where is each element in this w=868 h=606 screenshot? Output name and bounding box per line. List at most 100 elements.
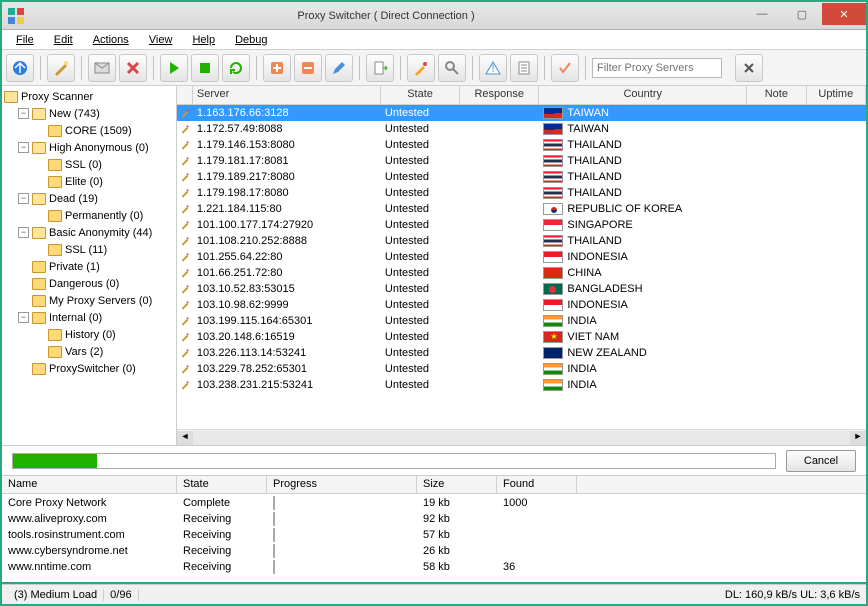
tree-item[interactable]: CORE (1509) — [2, 122, 176, 139]
tree-item[interactable]: −Internal (0) — [2, 309, 176, 326]
tree-item[interactable]: Private (1) — [2, 258, 176, 275]
task-progress — [273, 528, 275, 542]
expand-icon[interactable]: − — [18, 108, 29, 119]
col-server[interactable]: Server — [193, 86, 381, 104]
menu-debug[interactable]: Debug — [227, 33, 275, 47]
statusbar: (3) Medium Load 0/96 DL: 160,9 kB/s UL: … — [2, 584, 866, 604]
col-response[interactable]: Response — [460, 86, 539, 104]
menu-view[interactable]: View — [141, 33, 181, 47]
play-button[interactable] — [160, 54, 188, 82]
proxy-row[interactable]: 103.20.148.6:16519UntestedVIET NAM — [177, 329, 866, 345]
tree-item[interactable]: −Dead (19) — [2, 190, 176, 207]
edit-button[interactable] — [325, 54, 353, 82]
menu-file[interactable]: File — [8, 33, 42, 47]
task-progress — [273, 512, 275, 526]
tree-item[interactable]: My Proxy Servers (0) — [2, 292, 176, 309]
task-row[interactable]: Core Proxy NetworkComplete19 kb1000 — [2, 495, 866, 511]
tree-item[interactable]: Permanently (0) — [2, 207, 176, 224]
menubar: File Edit Actions View Help Debug — [2, 30, 866, 50]
expand-icon[interactable]: − — [18, 193, 29, 204]
col-state[interactable]: State — [381, 86, 460, 104]
tree-root[interactable]: Proxy Scanner — [2, 88, 176, 105]
flag-icon — [543, 267, 563, 279]
check-button[interactable] — [551, 54, 579, 82]
maximize-button[interactable]: ▢ — [782, 3, 822, 25]
proxy-row[interactable]: 103.199.115.164:65301UntestedINDIA — [177, 313, 866, 329]
row-icon — [177, 155, 193, 167]
tree-item[interactable]: −New (743) — [2, 105, 176, 122]
doc-button[interactable] — [510, 54, 538, 82]
stop-button[interactable] — [191, 54, 219, 82]
export-button[interactable] — [366, 54, 394, 82]
tree-item[interactable]: Dangerous (0) — [2, 275, 176, 292]
task-row[interactable]: tools.rosinstrument.comReceiving57 kb — [2, 527, 866, 543]
proxy-row[interactable]: 103.238.231.215:53241UntestedINDIA — [177, 377, 866, 393]
proxy-row[interactable]: 1.179.198.17:8080UntestedTHAILAND — [177, 185, 866, 201]
proxy-row[interactable]: 1.179.181.17:8081UntestedTHAILAND — [177, 153, 866, 169]
expand-icon[interactable]: − — [18, 312, 29, 323]
flag-icon — [543, 251, 563, 263]
proxy-row[interactable]: 103.229.78.252:65301UntestedINDIA — [177, 361, 866, 377]
task-row[interactable]: www.aliveproxy.comReceiving92 kb — [2, 511, 866, 527]
filter-input[interactable] — [592, 58, 722, 78]
tree-item[interactable]: ProxySwitcher (0) — [2, 360, 176, 377]
warn-button[interactable]: ! — [479, 54, 507, 82]
proxy-row[interactable]: 103.226.113.14:53241UntestedNEW ZEALAND — [177, 345, 866, 361]
search-button[interactable] — [438, 54, 466, 82]
flag-icon — [543, 187, 563, 199]
hscrollbar[interactable]: ◄► — [177, 429, 866, 445]
wand-button[interactable] — [47, 54, 75, 82]
proxy-row[interactable]: 103.10.98.62:9999UntestedINDONESIA — [177, 297, 866, 313]
refresh-button[interactable] — [222, 54, 250, 82]
tcol-progress[interactable]: Progress — [267, 476, 417, 493]
tree-item[interactable]: −High Anonymous (0) — [2, 139, 176, 156]
cancel-button[interactable]: Cancel — [786, 450, 856, 472]
add-button[interactable] — [263, 54, 291, 82]
remove-button[interactable] — [294, 54, 322, 82]
direct-button[interactable] — [6, 54, 34, 82]
list-body[interactable]: 1.163.176.66:3128UntestedTAIWAN1.172.57.… — [177, 105, 866, 429]
proxy-row[interactable]: 103.10.52.83:53015UntestedBANGLADESH — [177, 281, 866, 297]
proxy-row[interactable]: 101.255.64.22:80UntestedINDONESIA — [177, 249, 866, 265]
row-icon — [177, 235, 193, 247]
proxy-row[interactable]: 101.100.177.174:27920UntestedSINGAPORE — [177, 217, 866, 233]
menu-help[interactable]: Help — [184, 33, 223, 47]
tree-view[interactable]: Proxy Scanner −New (743)CORE (1509)−High… — [2, 86, 177, 445]
pin-button[interactable] — [407, 54, 435, 82]
tree-item[interactable]: SSL (11) — [2, 241, 176, 258]
task-row[interactable]: www.nntime.comReceiving58 kb36 — [2, 559, 866, 575]
tree-item[interactable]: SSL (0) — [2, 156, 176, 173]
col-note[interactable]: Note — [747, 86, 806, 104]
col-uptime[interactable]: Uptime — [807, 86, 866, 104]
proxy-row[interactable]: 1.221.184.115:80UntestedREPUBLIC OF KORE… — [177, 201, 866, 217]
row-icon — [177, 187, 193, 199]
tcol-size[interactable]: Size — [417, 476, 497, 493]
mail-button[interactable] — [88, 54, 116, 82]
tree-item[interactable]: Elite (0) — [2, 173, 176, 190]
task-row[interactable]: www.cybersyndrome.netReceiving26 kb — [2, 543, 866, 559]
proxy-row[interactable]: 1.179.146.153:8080UntestedTHAILAND — [177, 137, 866, 153]
delete-button[interactable] — [119, 54, 147, 82]
tree-item[interactable]: −Basic Anonymity (44) — [2, 224, 176, 241]
proxy-row[interactable]: 101.66.251.72:80UntestedCHINA — [177, 265, 866, 281]
menu-actions[interactable]: Actions — [85, 33, 137, 47]
folder-icon — [48, 176, 62, 188]
clear-filter-button[interactable] — [735, 54, 763, 82]
minimize-button[interactable]: — — [742, 3, 782, 25]
proxy-row[interactable]: 101.108.210.252:8888UntestedTHAILAND — [177, 233, 866, 249]
tcol-state[interactable]: State — [177, 476, 267, 493]
tree-item[interactable]: Vars (2) — [2, 343, 176, 360]
menu-edit[interactable]: Edit — [46, 33, 81, 47]
close-button[interactable]: ✕ — [822, 3, 866, 25]
proxy-row[interactable]: 1.163.176.66:3128UntestedTAIWAN — [177, 105, 866, 121]
proxy-row[interactable]: 1.179.189.217:8080UntestedTHAILAND — [177, 169, 866, 185]
tcol-found[interactable]: Found — [497, 476, 577, 493]
svg-text:!: ! — [491, 63, 494, 75]
tcol-name[interactable]: Name — [2, 476, 177, 493]
flag-icon — [543, 315, 563, 327]
tree-item[interactable]: History (0) — [2, 326, 176, 343]
col-country[interactable]: Country — [539, 86, 747, 104]
expand-icon[interactable]: − — [18, 227, 29, 238]
proxy-row[interactable]: 1.172.57.49:8088UntestedTAIWAN — [177, 121, 866, 137]
expand-icon[interactable]: − — [18, 142, 29, 153]
